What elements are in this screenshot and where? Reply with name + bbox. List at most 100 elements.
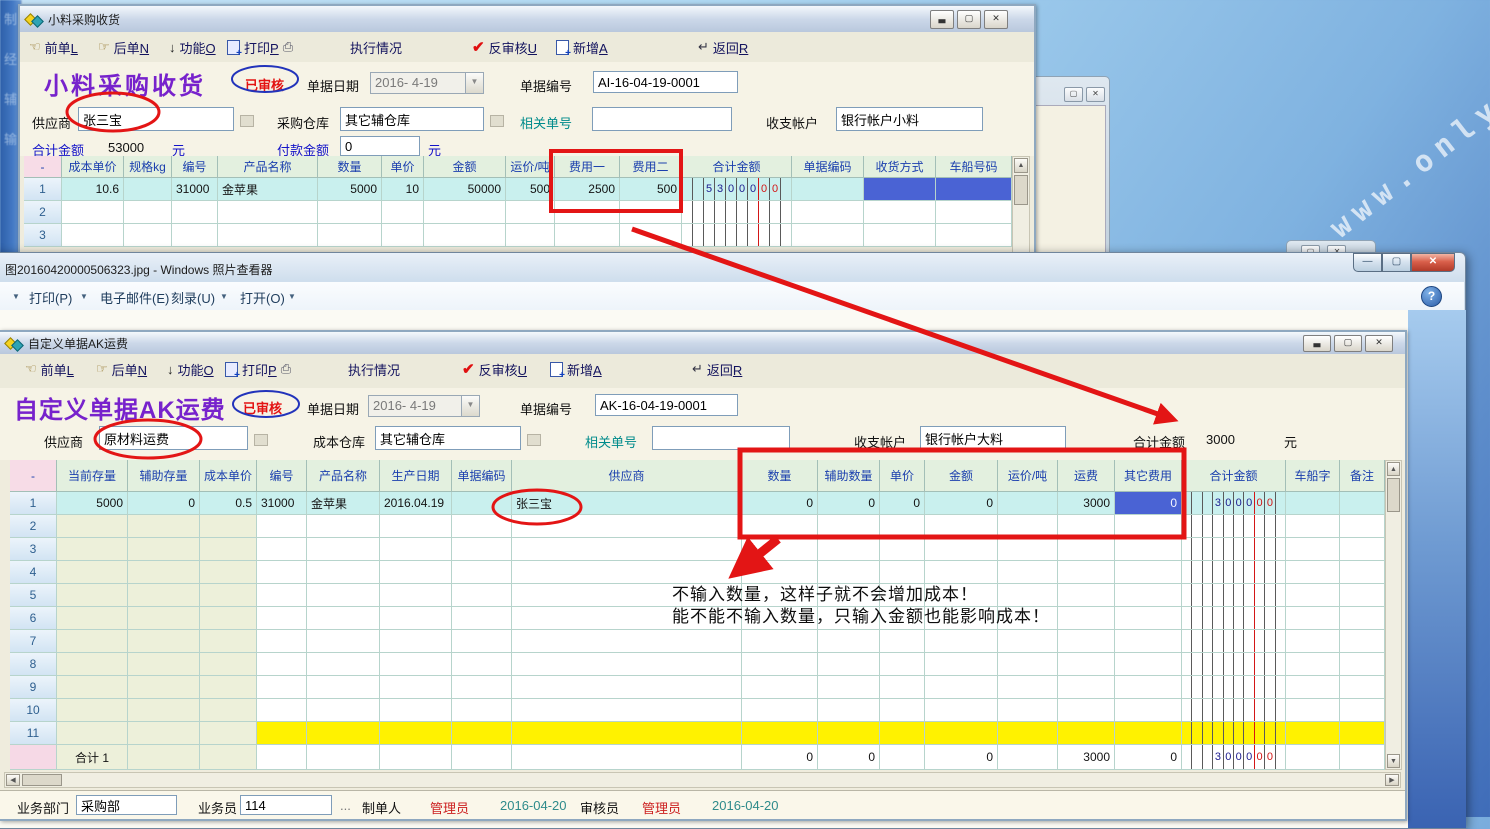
grid-cell[interactable] [818, 561, 880, 584]
grid-cell[interactable] [818, 538, 880, 561]
grid-cell[interactable] [1286, 722, 1340, 745]
grid-cell[interactable] [998, 561, 1058, 584]
grid-cell[interactable] [512, 722, 742, 745]
grid-cell[interactable] [1340, 699, 1385, 722]
column-header[interactable]: 成本单价 [62, 156, 124, 178]
grid-cell[interactable] [880, 722, 925, 745]
grid-cell[interactable] [128, 653, 200, 676]
grid-cell[interactable]: 0 [818, 492, 880, 515]
grid-cell[interactable] [128, 607, 200, 630]
column-header[interactable]: 车船字 [1286, 460, 1340, 492]
scrollbar-thumb[interactable] [1387, 478, 1400, 512]
column-header[interactable]: 金额 [925, 460, 998, 492]
grid-cell[interactable] [200, 538, 257, 561]
grid-cell[interactable] [998, 745, 1058, 770]
vertical-scrollbar[interactable]: ▲ ▼ [1385, 460, 1402, 770]
row-number[interactable]: 7 [10, 630, 57, 653]
related-doc-input[interactable] [592, 107, 732, 131]
grid-cell[interactable]: 50000 [424, 178, 506, 201]
grid-cell[interactable] [1115, 515, 1182, 538]
more-button[interactable]: ... [340, 798, 351, 813]
grid-cell[interactable] [307, 584, 380, 607]
grid-cell[interactable] [318, 201, 382, 224]
window1-titlebar[interactable]: 小料采购收货 [20, 6, 1034, 33]
amount-digit-grid[interactable] [1182, 630, 1286, 653]
toolbar-add-new[interactable]: 新增A [550, 359, 602, 379]
grid-cell[interactable] [200, 584, 257, 607]
chevron-down-icon[interactable]: ▼ [220, 292, 228, 301]
grid-cell[interactable] [57, 538, 128, 561]
grid-cell[interactable] [1115, 676, 1182, 699]
grid-cell[interactable] [128, 561, 200, 584]
column-header[interactable]: 生产日期 [380, 460, 452, 492]
grid-cell[interactable] [380, 515, 452, 538]
grid-cell[interactable] [818, 630, 880, 653]
grid-cell[interactable]: 500 [506, 178, 555, 201]
grid-cell[interactable] [506, 201, 555, 224]
grid-cell[interactable] [998, 722, 1058, 745]
row-number[interactable]: 8 [10, 653, 57, 676]
column-header[interactable]: 单据编码 [452, 460, 512, 492]
grid-cell[interactable] [1286, 745, 1340, 770]
grid-cell[interactable] [172, 224, 218, 247]
grid-cell[interactable]: 10.6 [62, 178, 124, 201]
grid-cell[interactable] [307, 538, 380, 561]
grid-cell[interactable] [307, 653, 380, 676]
grid-cell[interactable] [1058, 630, 1115, 653]
grid-cell[interactable] [257, 561, 307, 584]
row-number[interactable]: 1 [10, 492, 57, 515]
chevron-down-icon[interactable]: ▼ [461, 396, 479, 416]
grid-cell[interactable] [998, 630, 1058, 653]
grid-cell[interactable]: 金苹果 [218, 178, 318, 201]
help-icon[interactable]: ? [1421, 286, 1442, 307]
grid-cell[interactable]: 500 [620, 178, 682, 201]
grid-cell[interactable] [742, 515, 818, 538]
grid-cell[interactable] [57, 630, 128, 653]
grid-cell[interactable] [1115, 699, 1182, 722]
toolbar-functions[interactable]: ↓功能O [167, 359, 214, 379]
grid-cell[interactable] [1058, 676, 1115, 699]
column-header[interactable]: 合计金额 [682, 156, 792, 178]
column-header[interactable]: 车船号码 [936, 156, 1012, 178]
row-number[interactable]: 2 [10, 515, 57, 538]
column-header[interactable]: 单价 [382, 156, 424, 178]
grid-cell[interactable] [452, 561, 512, 584]
grid-cell[interactable] [1286, 676, 1340, 699]
grid-cell[interactable] [1286, 515, 1340, 538]
row-number[interactable]: 4 [10, 561, 57, 584]
grid-cell[interactable]: 0 [742, 492, 818, 515]
docno-input[interactable] [595, 394, 738, 416]
amount-digit-grid[interactable] [1182, 607, 1286, 630]
amount-digit-grid[interactable] [1182, 653, 1286, 676]
row-number[interactable] [10, 745, 57, 770]
grid-cell[interactable] [380, 653, 452, 676]
grid-cell[interactable] [818, 653, 880, 676]
warehouse-input[interactable] [340, 107, 484, 131]
grid-cell[interactable] [880, 538, 925, 561]
grid-cell[interactable] [57, 699, 128, 722]
close-icon[interactable]: ✕ [1365, 335, 1393, 352]
column-header[interactable]: 运价/吨 [998, 460, 1058, 492]
column-header[interactable]: 编号 [172, 156, 218, 178]
amount-digit-grid[interactable] [1182, 699, 1286, 722]
scroll-right-icon[interactable]: ▶ [1385, 774, 1399, 786]
grid-cell[interactable] [200, 515, 257, 538]
account-input[interactable] [836, 107, 983, 131]
grid-cell[interactable] [925, 630, 998, 653]
grid-cell[interactable] [925, 538, 998, 561]
grid-cell[interactable] [1340, 745, 1385, 770]
grid-cell[interactable] [257, 653, 307, 676]
grid-cell[interactable] [200, 745, 257, 770]
grid-cell[interactable] [257, 584, 307, 607]
grid-cell[interactable] [452, 745, 512, 770]
grid-cell[interactable] [512, 630, 742, 653]
toolbar-add-new[interactable]: 新增A [556, 37, 608, 57]
grid-cell[interactable] [1286, 561, 1340, 584]
grid-cell[interactable] [380, 699, 452, 722]
grid-cell[interactable] [864, 178, 936, 201]
grid-cell[interactable]: 0 [1115, 492, 1182, 515]
scroll-up-icon[interactable]: ▲ [1387, 462, 1400, 476]
column-header[interactable]: 费用二 [620, 156, 682, 178]
grid-cell[interactable] [512, 515, 742, 538]
scroll-left-icon[interactable]: ◀ [6, 774, 20, 786]
